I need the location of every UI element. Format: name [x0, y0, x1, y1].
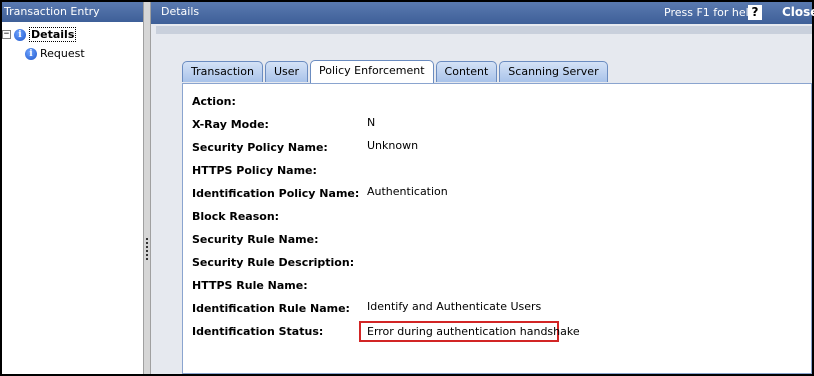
field-row: Action: [192, 95, 792, 111]
field-label: Security Rule Name: [192, 233, 319, 246]
info-icon: i [25, 47, 37, 60]
tree-item-request[interactable]: i Request [2, 44, 143, 63]
field-row: Security Policy Name: Unknown [192, 139, 792, 157]
tree-item-label: Details [29, 27, 77, 42]
identification-status-value: Error during authentication handshake [367, 325, 580, 338]
field-row: Identification Policy Name: Authenticatio… [192, 185, 792, 203]
field-label: Identification Status: [192, 325, 324, 338]
right-panel-title: Details [161, 5, 200, 18]
tab-content[interactable]: Content [435, 61, 498, 82]
field-row: Block Reason: [192, 210, 792, 226]
close-button[interactable]: Close [782, 5, 814, 19]
tree-view: − i Details i Request [2, 22, 143, 63]
right-panel-header: Details Press F1 for help ? Close [151, 2, 814, 24]
panel-splitter[interactable] [143, 2, 151, 374]
tab-policy-enforcement[interactable]: Policy Enforcement [310, 60, 434, 83]
tab-user[interactable]: User [264, 61, 309, 82]
collapse-icon[interactable]: − [2, 30, 11, 39]
tab-panel-policy-enforcement: Action: X-Ray Mode: N Security Policy Name:… [182, 83, 812, 374]
field-label: Security Policy Name: [192, 141, 328, 154]
splitter-grip-icon[interactable] [146, 238, 148, 260]
field-value: Authentication [367, 185, 448, 198]
field-label: Identification Rule Name: [192, 302, 350, 315]
field-label: Identification Policy Name: [192, 187, 360, 200]
field-label: HTTPS Rule Name: [192, 279, 308, 292]
transaction-window: Transaction Entry − i Details i Request … [0, 0, 814, 376]
left-panel-title: Transaction Entry [2, 2, 143, 22]
field-row: Identification Rule Name: Identify and Au… [192, 300, 792, 318]
field-value: Unknown [367, 139, 419, 152]
field-row: Security Rule Name: [192, 233, 792, 249]
field-value: N [367, 116, 376, 129]
help-icon[interactable]: ? [748, 5, 762, 20]
status-highlight-box: Error during authentication handshake [359, 321, 580, 342]
info-icon: i [14, 28, 26, 41]
tab-scanning-server[interactable]: Scanning Server [499, 61, 608, 82]
left-panel: Transaction Entry − i Details i Request [2, 2, 143, 374]
help-hint: Press F1 for help [664, 6, 756, 19]
field-label: Security Rule Description: [192, 256, 355, 269]
field-value: Identify and Authenticate Users [367, 300, 542, 313]
tab-transaction[interactable]: Transaction [182, 61, 263, 82]
field-row: Security Rule Description: [192, 256, 792, 272]
tree-item-details[interactable]: − i Details [2, 25, 143, 44]
field-label: Action: [192, 95, 236, 108]
field-label: Block Reason: [192, 210, 280, 223]
field-label: HTTPS Policy Name: [192, 164, 317, 177]
field-row: X-Ray Mode: N [192, 116, 792, 134]
field-row: HTTPS Policy Name: [192, 164, 792, 180]
field-label: X-Ray Mode: [192, 118, 269, 131]
tree-item-label: Request [40, 47, 85, 60]
field-row: HTTPS Rule Name: [192, 279, 792, 295]
tab-bar: Transaction User Policy Enforcement Content… [182, 60, 610, 83]
